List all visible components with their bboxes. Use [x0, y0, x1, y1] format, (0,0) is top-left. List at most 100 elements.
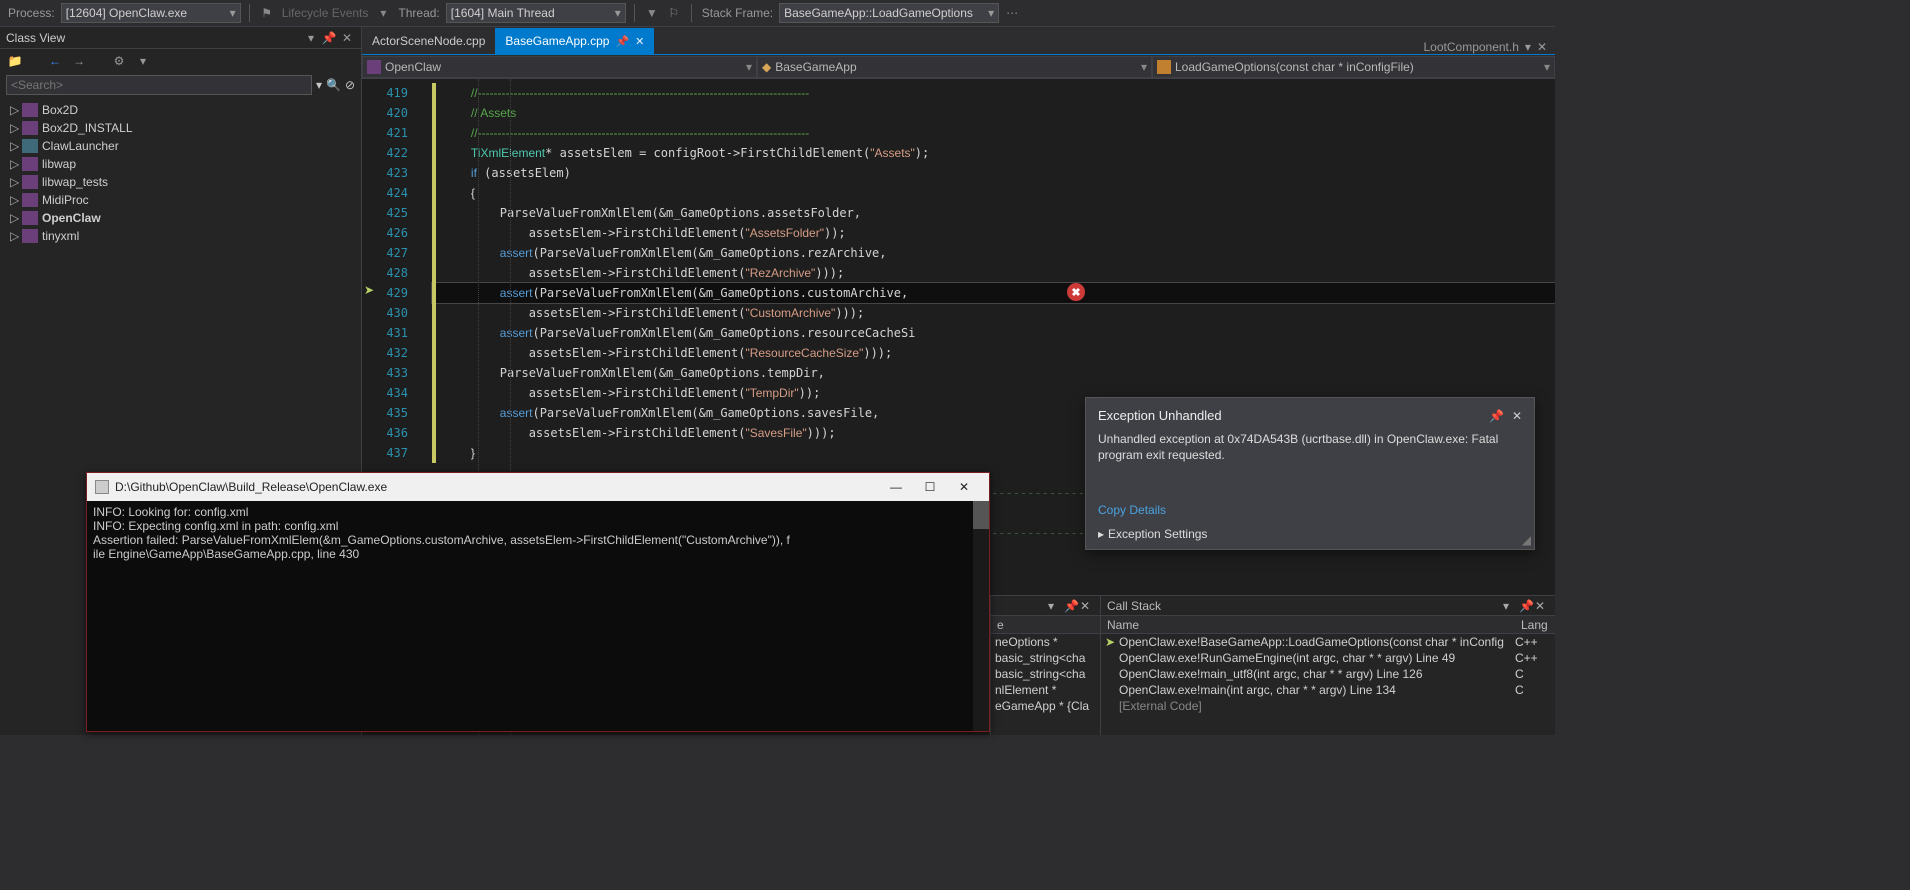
- callstack-row[interactable]: OpenClaw.exe!main(int argc, char * * arg…: [1101, 682, 1555, 698]
- autos-grid[interactable]: neOptions *basic_string<chabasic_string<…: [991, 634, 1100, 735]
- callstack-row[interactable]: OpenClaw.exe!main_utf8(int argc, char * …: [1101, 666, 1555, 682]
- error-glyph-icon[interactable]: [1067, 283, 1085, 301]
- chevron-down-icon[interactable]: ▾: [374, 4, 392, 22]
- tree-item-box2d[interactable]: ▷Box2D: [6, 101, 355, 119]
- expand-icon[interactable]: ▷: [10, 229, 22, 243]
- console-titlebar[interactable]: D:\Github\OpenClaw\Build_Release\OpenCla…: [87, 473, 989, 501]
- exception-settings-link[interactable]: Exception Settings: [1108, 527, 1207, 541]
- autos-row[interactable]: basic_string<cha: [991, 666, 1100, 682]
- tree-item-tinyxml[interactable]: ▷tinyxml: [6, 227, 355, 245]
- close-all-icon[interactable]: ✕: [1537, 40, 1547, 54]
- expand-icon[interactable]: ▷: [10, 157, 22, 171]
- scrollbar-thumb[interactable]: [973, 501, 989, 529]
- overflow-icon[interactable]: ⋯: [1003, 4, 1021, 22]
- autos-row[interactable]: eGameApp * {Cla: [991, 698, 1100, 714]
- expand-icon[interactable]: ▷: [10, 175, 22, 189]
- maximize-button[interactable]: ☐: [913, 476, 947, 498]
- code-line[interactable]: // Assets: [432, 103, 1555, 123]
- callstack-name-header[interactable]: Name: [1101, 618, 1515, 632]
- minimize-button[interactable]: —: [879, 476, 913, 498]
- code-line[interactable]: assetsElem->FirstChildElement("CustomArc…: [432, 303, 1555, 323]
- close-icon[interactable]: ✕: [1512, 409, 1522, 423]
- callstack-row[interactable]: [External Code]: [1101, 698, 1555, 714]
- code-line[interactable]: if (assetsElem): [432, 163, 1555, 183]
- code-line[interactable]: TiXmlElement* assetsElem = configRoot->F…: [432, 143, 1555, 163]
- pin-icon[interactable]: 📌: [1064, 599, 1078, 613]
- pin-icon[interactable]: 📌: [321, 30, 337, 46]
- expand-icon[interactable]: ▷: [10, 139, 22, 153]
- callstack-row[interactable]: ➤OpenClaw.exe!BaseGameApp::LoadGameOptio…: [1101, 634, 1555, 650]
- dropdown-icon[interactable]: ▾: [1503, 599, 1517, 613]
- tree-item-libwap[interactable]: ▷libwap: [6, 155, 355, 173]
- autos-row[interactable]: nlElement *: [991, 682, 1100, 698]
- code-line[interactable]: //--------------------------------------…: [432, 123, 1555, 143]
- code-line[interactable]: assert(ParseValueFromXmlElem(&m_GameOpti…: [432, 283, 1555, 303]
- expand-icon[interactable]: ▷: [10, 121, 22, 135]
- expand-icon[interactable]: ▸: [1098, 527, 1104, 541]
- code-line[interactable]: {: [432, 183, 1555, 203]
- tree-item-midiproc[interactable]: ▷MidiProc: [6, 191, 355, 209]
- chevron-down-icon[interactable]: ▾: [316, 78, 322, 92]
- callstack-grid[interactable]: ➤OpenClaw.exe!BaseGameApp::LoadGameOptio…: [1101, 634, 1555, 735]
- expand-icon[interactable]: ▷: [10, 103, 22, 117]
- tree-item-libwap_tests[interactable]: ▷libwap_tests: [6, 173, 355, 191]
- scrollbar[interactable]: [973, 501, 989, 731]
- close-icon[interactable]: ✕: [635, 35, 644, 48]
- close-icon[interactable]: ✕: [1080, 599, 1094, 613]
- new-folder-icon[interactable]: 📁: [6, 52, 24, 70]
- expand-icon[interactable]: ▷: [10, 211, 22, 225]
- nav-class-dropdown[interactable]: ◆BaseGameApp▾: [757, 56, 1152, 78]
- dropdown-icon[interactable]: ▾: [1048, 599, 1062, 613]
- tree-item-box2d_install[interactable]: ▷Box2D_INSTALL: [6, 119, 355, 137]
- filter-icon[interactable]: ▼: [643, 4, 661, 22]
- pin-icon[interactable]: 📌: [1519, 599, 1533, 613]
- code-line[interactable]: assetsElem->FirstChildElement("ResourceC…: [432, 343, 1555, 363]
- callstack-row[interactable]: OpenClaw.exe!RunGameEngine(int argc, cha…: [1101, 650, 1555, 666]
- code-line[interactable]: assetsElem->FirstChildElement("RezArchiv…: [432, 263, 1555, 283]
- thread-label: Thread:: [396, 6, 441, 20]
- clear-icon[interactable]: ⊘: [345, 78, 355, 92]
- nav-project-dropdown[interactable]: OpenClaw▾: [362, 56, 757, 78]
- callstack-lang-header[interactable]: Lang: [1515, 618, 1555, 632]
- console-output[interactable]: INFO: Looking for: config.xml INFO: Expe…: [87, 501, 989, 731]
- code-line[interactable]: assert(ParseValueFromXmlElem(&m_GameOpti…: [432, 243, 1555, 263]
- stackframe-value: BaseGameApp::LoadGameOptions: [784, 6, 973, 20]
- close-icon[interactable]: ✕: [339, 30, 355, 46]
- expand-icon[interactable]: ▷: [10, 193, 22, 207]
- chevron-down-icon[interactable]: ▾: [134, 52, 152, 70]
- copy-details-link[interactable]: Copy Details: [1098, 503, 1522, 517]
- dropdown-icon[interactable]: ▾: [303, 30, 319, 46]
- process-dropdown[interactable]: [12604] OpenClaw.exe▾: [61, 3, 241, 23]
- code-line[interactable]: //--------------------------------------…: [432, 83, 1555, 103]
- gear-icon[interactable]: ⚙: [110, 52, 128, 70]
- separator: [691, 4, 692, 22]
- forward-icon[interactable]: →: [70, 52, 88, 70]
- code-line[interactable]: ParseValueFromXmlElem(&m_GameOptions.tem…: [432, 363, 1555, 383]
- tree-item-openclaw[interactable]: ▷OpenClaw: [6, 209, 355, 227]
- thread-dropdown[interactable]: [1604] Main Thread▾: [446, 3, 626, 23]
- flag-toggle-icon[interactable]: ⚐: [665, 4, 683, 22]
- search-input[interactable]: [6, 75, 312, 95]
- chevron-down-icon[interactable]: ▾: [1525, 40, 1531, 54]
- exception-popup: Exception Unhandled 📌 ✕ Unhandled except…: [1085, 397, 1535, 550]
- nav-function-dropdown[interactable]: LoadGameOptions(const char * inConfigFil…: [1152, 56, 1555, 78]
- close-button[interactable]: ✕: [947, 476, 981, 498]
- tab-basegameapp[interactable]: BaseGameApp.cpp 📌 ✕: [495, 28, 654, 54]
- autos-row[interactable]: neOptions *: [991, 634, 1100, 650]
- back-icon[interactable]: ←: [46, 52, 64, 70]
- tree-item-clawlauncher[interactable]: ▷ClawLauncher: [6, 137, 355, 155]
- frame-name: [External Code]: [1119, 699, 1515, 713]
- tab-actorscenenode[interactable]: ActorSceneNode.cpp: [362, 28, 495, 54]
- pin-icon[interactable]: 📌: [1489, 409, 1504, 423]
- tab-lootcomponent[interactable]: LootComponent.h: [1424, 40, 1519, 54]
- code-line[interactable]: assetsElem->FirstChildElement("AssetsFol…: [432, 223, 1555, 243]
- search-icon[interactable]: 🔍: [326, 78, 341, 92]
- autos-row[interactable]: basic_string<cha: [991, 650, 1100, 666]
- pin-icon[interactable]: 📌: [615, 35, 629, 48]
- flag-icon[interactable]: ⚑: [258, 4, 276, 22]
- close-icon[interactable]: ✕: [1535, 599, 1549, 613]
- stackframe-dropdown[interactable]: BaseGameApp::LoadGameOptions▾: [779, 3, 999, 23]
- code-line[interactable]: ParseValueFromXmlElem(&m_GameOptions.ass…: [432, 203, 1555, 223]
- code-line[interactable]: assert(ParseValueFromXmlElem(&m_GameOpti…: [432, 323, 1555, 343]
- resize-grip-icon[interactable]: ◢: [1522, 533, 1531, 547]
